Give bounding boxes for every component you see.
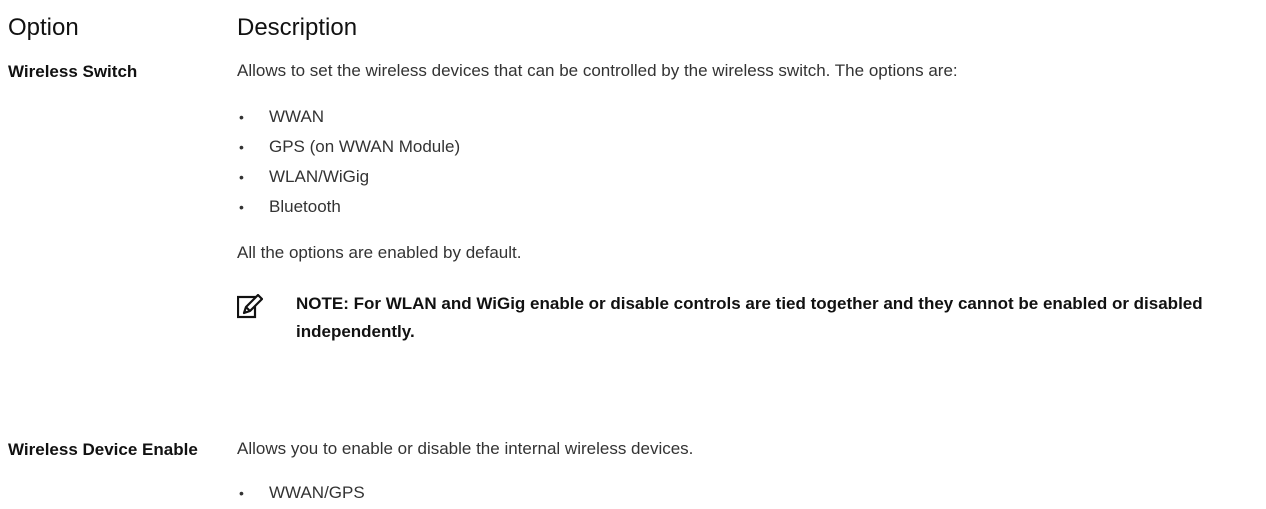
option-list: • WWAN • GPS (on WWAN Module) • WLAN/WiGig … <box>237 102 1257 222</box>
option-list: • WWAN/GPS <box>237 478 1257 508</box>
list-item: • WWAN <box>237 102 1257 132</box>
option-description: Allows to set the wireless devices that … <box>237 58 1257 346</box>
note-pencil-icon <box>237 294 263 319</box>
bullet-icon: • <box>239 199 244 215</box>
description-text: Allows you to enable or disable the inte… <box>237 439 694 458</box>
note-text: NOTE: For WLAN and WiGig enable or disab… <box>296 294 1203 341</box>
list-item: • GPS (on WWAN Module) <box>237 132 1257 162</box>
default-text: All the options are enabled by default. <box>237 243 522 262</box>
bullet-icon: • <box>239 169 244 185</box>
bullet-icon: • <box>239 109 244 125</box>
option-name: Wireless Switch <box>8 62 138 81</box>
list-item: • Bluetooth <box>237 192 1257 222</box>
table-header: Option Description <box>8 12 1258 46</box>
option-column-header: Option <box>8 14 79 41</box>
bullet-icon: • <box>239 139 244 155</box>
option-description: Allows you to enable or disable the inte… <box>237 436 1257 508</box>
option-name: Wireless Device Enable <box>8 440 198 459</box>
list-item: • WLAN/WiGig <box>237 162 1257 192</box>
description-text: Allows to set the wireless devices that … <box>237 61 958 80</box>
note-block: NOTE: For WLAN and WiGig enable or disab… <box>237 290 1257 346</box>
bullet-icon: • <box>239 485 244 501</box>
list-item: • WWAN/GPS <box>237 478 1257 508</box>
description-column-header: Description <box>237 14 358 41</box>
